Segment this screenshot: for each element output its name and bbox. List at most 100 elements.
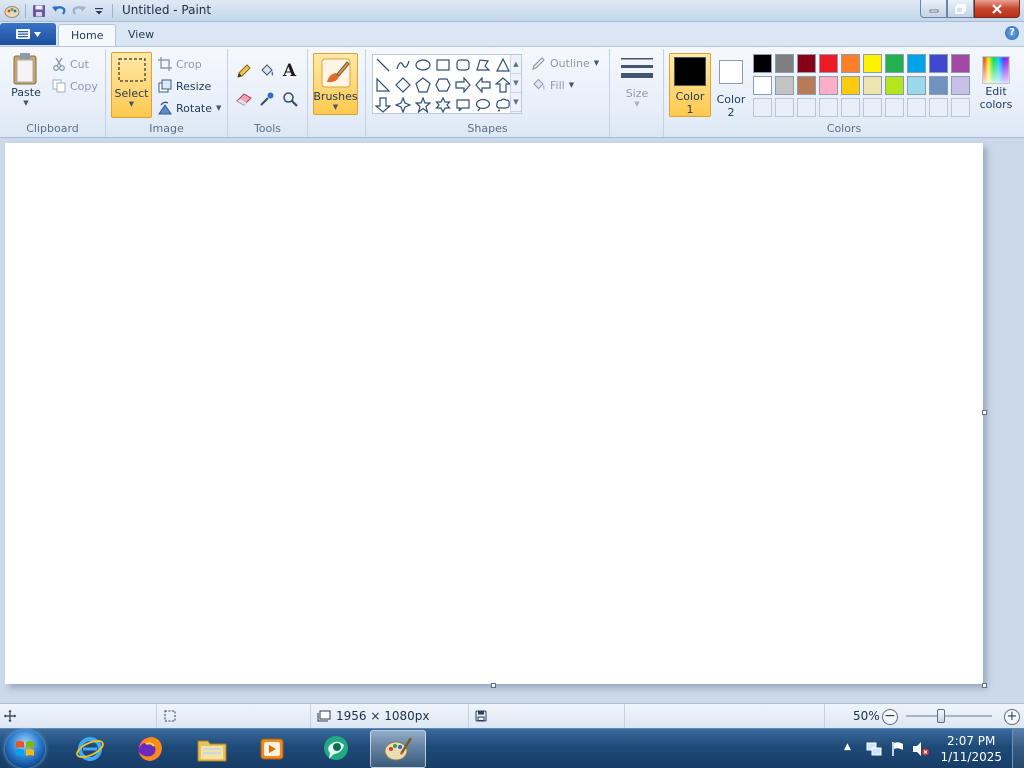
palette-swatch[interactable] — [863, 76, 882, 95]
palette-custom-swatch[interactable] — [863, 98, 882, 117]
tab-view[interactable]: View — [116, 24, 166, 46]
pencil-icon[interactable] — [233, 60, 254, 81]
line-shape-icon[interactable] — [373, 55, 393, 75]
maximize-button[interactable] — [947, 0, 974, 18]
down-arrow-shape-icon[interactable] — [373, 95, 393, 115]
tab-home[interactable]: Home — [58, 24, 117, 46]
paint-app-icon[interactable] — [2, 1, 22, 21]
palette-custom-swatch[interactable] — [775, 98, 794, 117]
palette-swatch[interactable] — [753, 54, 772, 73]
palette-swatch[interactable] — [841, 54, 860, 73]
palette-custom-swatch[interactable] — [753, 98, 772, 117]
taskbar-clock[interactable]: 2:07 PM 1/11/2025 — [940, 733, 1002, 765]
outline-button[interactable]: Outline ▼ — [532, 53, 599, 73]
left-arrow-shape-icon[interactable] — [473, 75, 493, 95]
brushes-button[interactable]: Brushes ▼ — [313, 53, 358, 115]
palette-custom-swatch[interactable] — [907, 98, 926, 117]
palette-custom-swatch[interactable] — [819, 98, 838, 117]
palette-swatch[interactable] — [775, 54, 794, 73]
redo-icon[interactable] — [69, 1, 89, 21]
internet-explorer-taskbar-icon[interactable] — [62, 730, 118, 768]
six-point-star-shape-icon[interactable] — [433, 95, 453, 115]
palette-swatch[interactable] — [929, 54, 948, 73]
zoom-in-button[interactable]: + — [1004, 709, 1020, 725]
palette-custom-swatch[interactable] — [841, 98, 860, 117]
action-center-flag-icon[interactable] — [890, 741, 906, 760]
paste-button[interactable]: Paste ▼ — [6, 52, 46, 107]
oval-callout-shape-icon[interactable] — [473, 95, 493, 115]
shapes-more-icon[interactable]: ▼ — [511, 93, 521, 112]
polygon-shape-icon[interactable] — [473, 55, 493, 75]
palette-swatch[interactable] — [797, 54, 816, 73]
fill-bucket-icon[interactable] — [256, 60, 277, 81]
file-explorer-taskbar-icon[interactable] — [184, 730, 240, 768]
shapes-gallery-scroll[interactable]: ▲ ▼ ▼ — [510, 55, 521, 113]
size-button[interactable]: Size ▼ — [618, 55, 656, 108]
undo-icon[interactable] — [49, 1, 69, 21]
cut-button[interactable]: Cut — [52, 54, 89, 74]
palette-swatch[interactable] — [753, 76, 772, 95]
palette-swatch[interactable] — [951, 54, 970, 73]
eraser-icon[interactable] — [233, 88, 254, 109]
crop-button[interactable]: Crop — [158, 54, 202, 74]
zoom-slider-track[interactable] — [906, 715, 992, 717]
volume-muted-icon[interactable] — [912, 741, 930, 760]
palette-swatch[interactable] — [885, 54, 904, 73]
rectangle-shape-icon[interactable] — [433, 55, 453, 75]
palette-swatch[interactable] — [863, 54, 882, 73]
copy-button[interactable]: Copy — [52, 76, 98, 96]
canvas-resize-handle-corner[interactable] — [982, 683, 987, 688]
network-icon[interactable] — [866, 741, 882, 760]
show-desktop-button[interactable] — [1012, 729, 1024, 768]
canvas-resize-handle-bottom[interactable] — [491, 683, 496, 688]
fill-button[interactable]: Fill ▼ — [532, 75, 574, 95]
rounded-callout-shape-icon[interactable] — [453, 95, 473, 115]
palette-swatch[interactable] — [819, 76, 838, 95]
palette-swatch[interactable] — [907, 54, 926, 73]
palette-swatch[interactable] — [775, 76, 794, 95]
color1-button[interactable]: Color 1 — [669, 53, 711, 117]
right-arrow-shape-icon[interactable] — [453, 75, 473, 95]
media-player-taskbar-icon[interactable] — [244, 730, 300, 768]
chat-app-taskbar-icon[interactable] — [308, 730, 364, 768]
close-button[interactable] — [974, 0, 1020, 18]
palette-swatch[interactable] — [885, 76, 904, 95]
edit-colors-button[interactable]: Edit colors — [976, 55, 1016, 111]
palette-custom-swatch[interactable] — [929, 98, 948, 117]
help-icon[interactable]: ? — [1005, 26, 1019, 40]
canvas-workspace[interactable] — [0, 138, 1024, 703]
palette-custom-swatch[interactable] — [797, 98, 816, 117]
select-button[interactable]: Select ▼ — [111, 52, 152, 118]
palette-custom-swatch[interactable] — [885, 98, 904, 117]
shapes-scroll-down-icon[interactable]: ▼ — [511, 74, 521, 93]
palette-swatch[interactable] — [951, 76, 970, 95]
four-point-star-shape-icon[interactable] — [393, 95, 413, 115]
color-picker-icon[interactable] — [256, 88, 277, 109]
magnifier-icon[interactable] — [279, 88, 300, 109]
palette-swatch[interactable] — [841, 76, 860, 95]
resize-button[interactable]: Resize — [158, 76, 211, 96]
show-hidden-icons-arrow[interactable]: ▲ — [844, 742, 851, 752]
canvas-resize-handle-right[interactable] — [982, 410, 987, 415]
five-point-star-shape-icon[interactable] — [413, 95, 433, 115]
zoom-out-button[interactable]: − — [882, 709, 898, 725]
palette-custom-swatch[interactable] — [951, 98, 970, 117]
zoom-slider-thumb[interactable] — [937, 709, 945, 723]
oval-shape-icon[interactable] — [413, 55, 433, 75]
drawing-canvas[interactable] — [5, 143, 983, 684]
pentagon-shape-icon[interactable] — [413, 75, 433, 95]
firefox-taskbar-icon[interactable] — [122, 730, 178, 768]
color2-button[interactable]: Color 2 — [713, 57, 749, 119]
palette-swatch[interactable] — [907, 76, 926, 95]
minimize-button[interactable] — [920, 0, 947, 18]
rotate-button[interactable]: Rotate ▼ — [158, 98, 221, 118]
text-icon[interactable]: A — [279, 60, 300, 81]
customize-qat-icon[interactable] — [89, 1, 109, 21]
palette-swatch[interactable] — [797, 76, 816, 95]
paint-menu-button[interactable] — [0, 23, 56, 45]
save-icon[interactable] — [29, 1, 49, 21]
palette-swatch[interactable] — [929, 76, 948, 95]
start-button[interactable] — [5, 730, 45, 768]
palette-swatch[interactable] — [819, 54, 838, 73]
paint-taskbar-icon[interactable] — [370, 730, 426, 768]
